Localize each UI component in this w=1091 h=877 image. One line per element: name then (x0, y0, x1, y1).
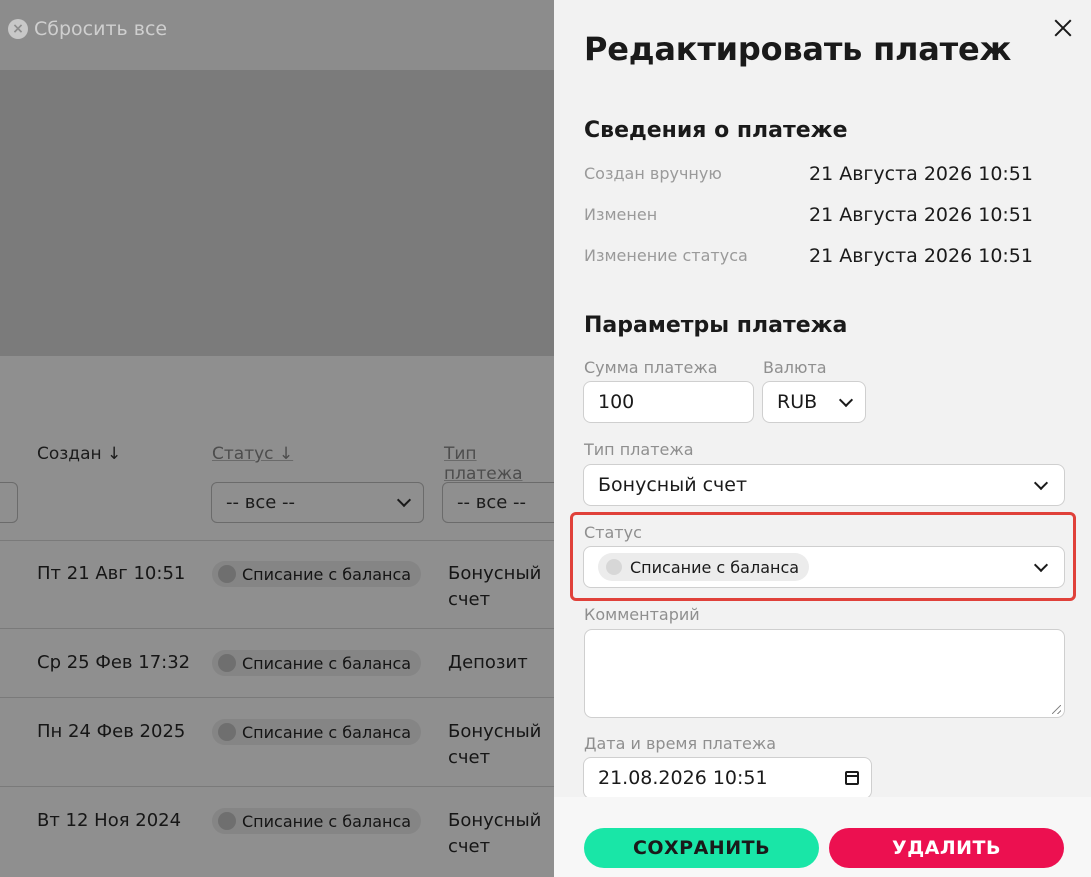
row-type-line: Депозит (448, 652, 528, 673)
row-type-line: счет (448, 747, 491, 768)
status-dot-icon (218, 654, 236, 672)
payment-type-label: Тип платежа (584, 440, 694, 459)
save-button[interactable]: СОХРАНИТЬ (584, 828, 819, 868)
calendar-icon[interactable] (845, 771, 859, 785)
column-status[interactable]: Статус ↓ (212, 444, 293, 464)
delete-button[interactable]: УДАЛИТЬ (829, 828, 1064, 868)
status-badge-label: Списание с баланса (242, 722, 412, 742)
status-value: Списание с баланса (630, 557, 800, 577)
status-dot-icon (218, 565, 236, 583)
currency-value: RUB (777, 391, 818, 413)
datetime-value: 21.08.2026 10:51 (598, 767, 768, 789)
row-divider (0, 540, 554, 541)
chevron-down-icon (1033, 557, 1049, 572)
info-value-status-change: 21 Августа 2026 10:51 (809, 245, 1033, 267)
currency-select[interactable]: RUB (762, 381, 866, 423)
close-icon[interactable] (1053, 18, 1073, 38)
status-chip: Списание с баланса (598, 553, 810, 581)
drawer-title: Редактировать платеж (584, 30, 1012, 68)
chevron-down-icon (838, 392, 854, 407)
row-date[interactable]: Вт 12 Ноя 2024 (37, 810, 181, 831)
row-type: Бонусный счет (448, 719, 541, 771)
info-label-modified: Изменен (584, 205, 658, 224)
datetime-input[interactable]: 21.08.2026 10:51 (583, 757, 872, 799)
status-dot-icon (218, 723, 236, 741)
datetime-label: Дата и время платежа (584, 734, 777, 753)
status-dot-icon (606, 559, 622, 575)
row-date[interactable]: Пн 24 Фев 2025 (37, 721, 185, 742)
status-badge: Списание с баланса (212, 561, 422, 587)
info-value-created: 21 Августа 2026 10:51 (809, 163, 1033, 185)
info-label-created: Создан вручную (584, 164, 722, 183)
row-type-line: счет (448, 589, 491, 610)
column-type[interactable]: Тип платежа (444, 444, 554, 484)
status-select[interactable]: Списание с баланса (583, 546, 1065, 588)
reset-all-button[interactable]: × Сбросить все (8, 18, 167, 40)
status-label: Статус (584, 523, 642, 542)
amount-value: 100 (598, 391, 635, 413)
status-badge: Списание с баланса (212, 719, 422, 745)
info-label-status-change: Изменение статуса (584, 246, 748, 265)
type-filter-select[interactable]: -- все -- (442, 482, 554, 523)
row-divider (0, 786, 554, 787)
filter-box-partial[interactable] (0, 482, 18, 523)
info-section-title: Сведения о платеже (584, 118, 848, 143)
status-badge-label: Списание с баланса (242, 653, 412, 673)
row-type: Депозит (448, 650, 528, 676)
amount-label: Сумма платежа (584, 358, 718, 377)
status-badge-label: Списание с баланса (242, 564, 412, 584)
status-badge: Списание с баланса (212, 808, 422, 834)
table-area (0, 356, 554, 877)
status-filter-value: -- все -- (226, 492, 296, 513)
row-type-line: Бонусный (448, 721, 542, 742)
params-section-title: Параметры платежа (584, 313, 848, 338)
comment-label: Комментарий (584, 605, 700, 624)
row-date[interactable]: Пт 21 Авг 10:51 (37, 563, 185, 584)
row-type-line: счет (448, 836, 491, 857)
reset-all-label: Сбросить все (34, 18, 168, 40)
row-divider (0, 697, 554, 698)
type-filter-value: -- все -- (457, 492, 527, 513)
row-type-line: Бонусный (448, 810, 542, 831)
chevron-down-icon (396, 492, 412, 508)
amount-input[interactable]: 100 (583, 381, 754, 423)
row-type: Бонусный счет (448, 561, 541, 613)
info-value-modified: 21 Августа 2026 10:51 (809, 204, 1033, 226)
comment-textarea[interactable] (584, 629, 1065, 718)
status-badge: Списание с баланса (212, 650, 422, 676)
status-dot-icon (218, 812, 236, 830)
background-page: × Сбросить все Создан ↓ Статус ↓ Тип пла… (0, 0, 554, 877)
currency-label: Валюта (763, 358, 827, 377)
resize-handle-icon[interactable] (1052, 705, 1061, 714)
row-type-line: Бонусный (448, 563, 542, 584)
column-created[interactable]: Создан ↓ (37, 444, 121, 464)
chevron-down-icon (1033, 475, 1049, 490)
close-circle-icon: × (8, 19, 28, 39)
content-panel (0, 70, 554, 356)
row-type: Бонусный счет (448, 808, 541, 860)
status-filter-select[interactable]: -- все -- (211, 482, 424, 523)
payment-type-select[interactable]: Бонусный счет (583, 464, 1065, 506)
payment-type-value: Бонусный счет (598, 474, 748, 496)
edit-payment-drawer: Редактировать платеж Сведения о платеже … (554, 0, 1091, 877)
status-badge-label: Списание с баланса (242, 811, 412, 831)
row-divider (0, 628, 554, 629)
filter-bar: × Сбросить все (0, 0, 554, 70)
row-date[interactable]: Ср 25 Фев 17:32 (37, 652, 190, 673)
